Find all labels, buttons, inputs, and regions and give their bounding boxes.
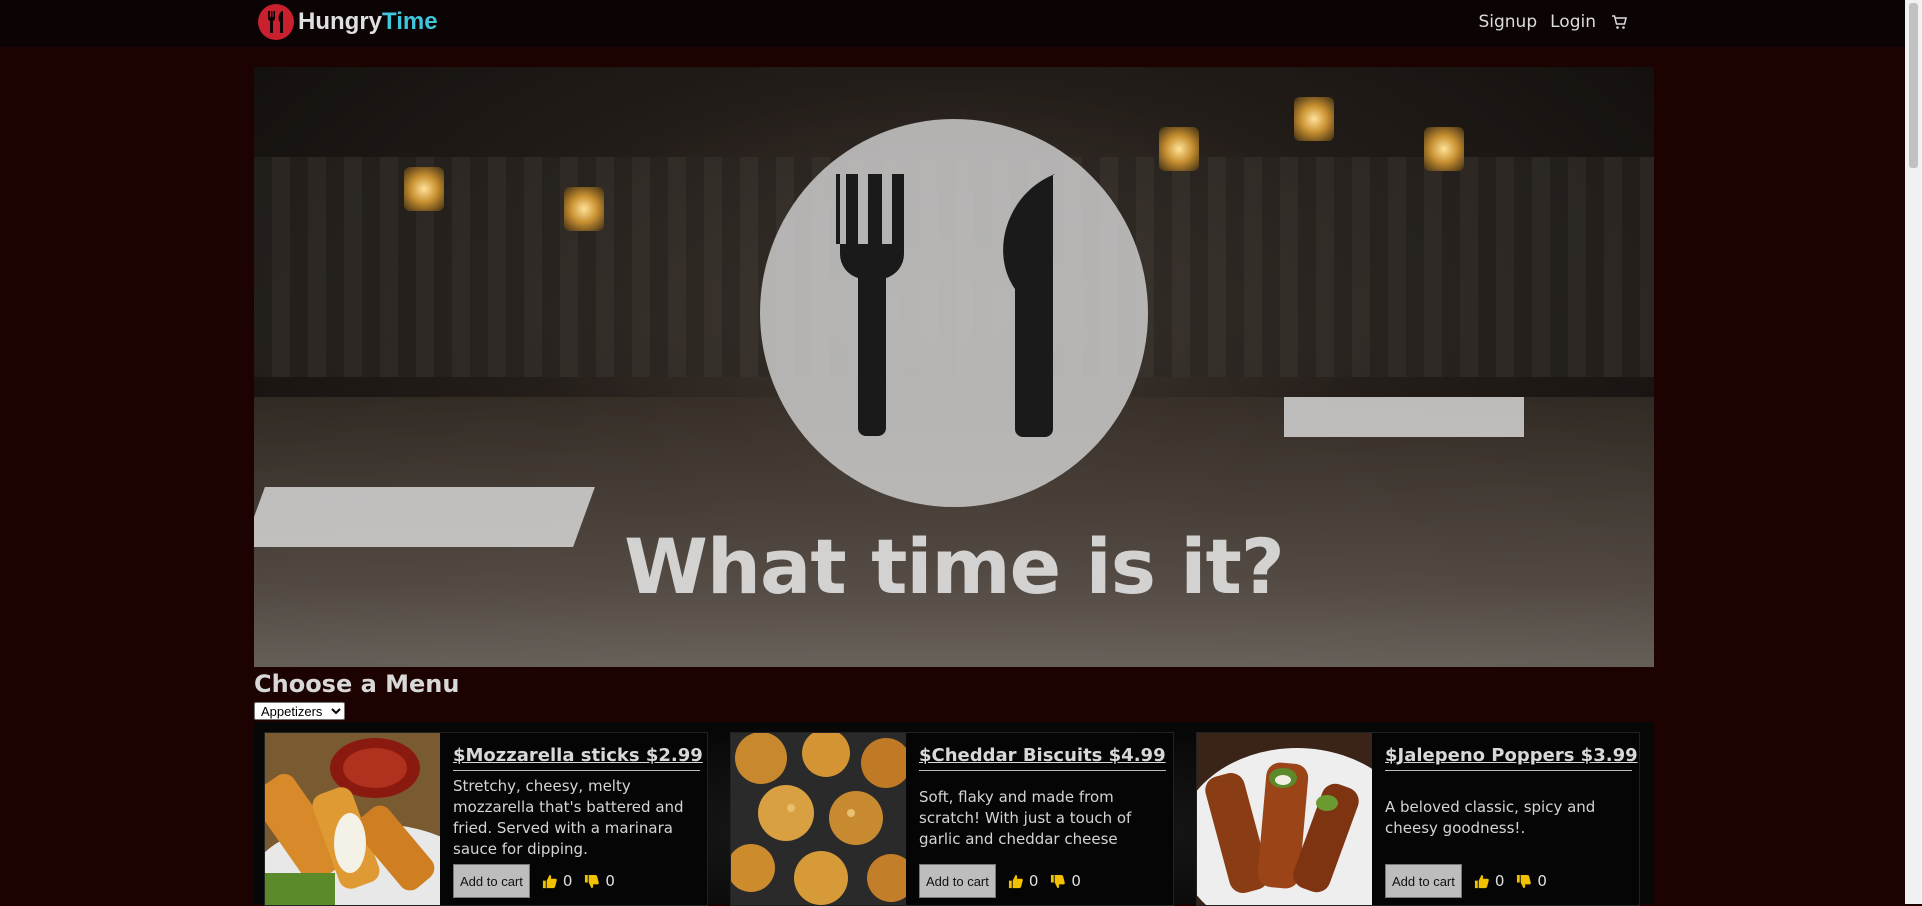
menu-items-area: $Mozzarella sticks $2.99 Stretchy, chees… xyxy=(254,722,1654,906)
menu-item-description-text: Soft, flaky and made from scratch! With … xyxy=(919,787,1132,848)
jalepeno-poppers-image xyxy=(1197,733,1372,905)
menu-item-description: A beloved classic, spicy and cheesy good… xyxy=(1385,785,1632,851)
hero-heading: What time is it? xyxy=(624,522,1285,611)
menu-category-select[interactable]: Appetizers xyxy=(254,702,345,720)
mozzarella-sticks-image xyxy=(265,733,440,905)
cheddar-biscuits-image xyxy=(731,733,906,905)
menu-item-description: Stretchy, cheesy, melty mozzarella that'… xyxy=(453,777,700,858)
page-scrollbar[interactable] xyxy=(1905,0,1922,904)
hero-banner: What time is it? xyxy=(254,67,1654,667)
menu-item-body: $Jalepeno Poppers $3.99 A beloved classi… xyxy=(1385,745,1638,851)
menu-item-card: $Jalepeno Poppers $3.99 A beloved classi… xyxy=(1196,732,1640,906)
table-decoration xyxy=(1284,397,1524,437)
menu-item-actions: Add to cart 0 0 xyxy=(1385,864,1547,898)
thumbs-up-icon xyxy=(542,874,557,888)
add-to-cart-button[interactable]: Add to cart xyxy=(453,864,530,898)
scrollbar-thumb[interactable] xyxy=(1909,3,1918,168)
add-to-cart-button[interactable]: Add to cart xyxy=(919,864,996,898)
menu-item-card: $Cheddar Biscuits $4.99 Soft, flaky and … xyxy=(730,732,1174,906)
brand-name-time: Time xyxy=(382,8,438,35)
fork-knife-icon xyxy=(760,119,1148,507)
menu-item-body: $Cheddar Biscuits $4.99 Soft, flaky and … xyxy=(919,745,1166,851)
menu-item-description-text: Stretchy, cheesy, melty mozzarella that'… xyxy=(453,777,684,858)
brand-name: HungryTime xyxy=(298,8,438,36)
menu-item-description: Soft, flaky and made from scratch! With … xyxy=(919,785,1166,851)
like-count: 0 xyxy=(1028,872,1039,890)
dislike-button[interactable]: 0 xyxy=(1516,872,1547,890)
shopping-cart-icon[interactable] xyxy=(1611,14,1627,30)
thumbs-down-icon xyxy=(1051,874,1066,888)
menu-item-title[interactable]: $Mozzarella sticks $2.99 xyxy=(453,745,703,771)
menu-item-card: $Mozzarella sticks $2.99 Stretchy, chees… xyxy=(264,732,708,906)
thumbs-down-icon xyxy=(585,874,600,888)
menu-item-actions: Add to cart 0 0 xyxy=(919,864,1081,898)
lamp-decoration xyxy=(1424,127,1464,171)
menu-item-body: $Mozzarella sticks $2.99 Stretchy, chees… xyxy=(453,745,703,858)
like-button[interactable]: 0 xyxy=(1008,872,1039,890)
nav-links: Signup Login xyxy=(1465,12,1627,32)
menu-item-description-text: A beloved classic, spicy and cheesy good… xyxy=(1385,798,1596,837)
menu-title: Choose a Menu xyxy=(254,670,460,698)
brand-name-hungry: Hungry xyxy=(298,8,382,35)
fork-knife-icon xyxy=(258,4,294,40)
thumbs-up-icon xyxy=(1474,874,1489,888)
dislike-button[interactable]: 0 xyxy=(1050,872,1081,890)
like-count: 0 xyxy=(562,872,573,890)
like-button[interactable]: 0 xyxy=(542,872,573,890)
menu-item-title[interactable]: $Jalepeno Poppers $3.99 xyxy=(1385,745,1638,771)
menu-item-title[interactable]: $Cheddar Biscuits $4.99 xyxy=(919,745,1166,771)
dislike-count: 0 xyxy=(605,872,615,890)
thumbs-down-icon xyxy=(1517,874,1532,888)
add-to-cart-button[interactable]: Add to cart xyxy=(1385,864,1462,898)
signup-link[interactable]: Signup xyxy=(1478,12,1537,32)
dislike-button[interactable]: 0 xyxy=(584,872,615,890)
dislike-count: 0 xyxy=(1071,872,1081,890)
dislike-count: 0 xyxy=(1537,872,1547,890)
lamp-decoration xyxy=(564,187,604,231)
like-count: 0 xyxy=(1494,872,1505,890)
lamp-decoration xyxy=(1294,97,1334,141)
menu-item-actions: Add to cart 0 0 xyxy=(453,864,615,898)
login-link[interactable]: Login xyxy=(1550,12,1596,32)
lamp-decoration xyxy=(1159,127,1199,171)
thumbs-up-icon xyxy=(1008,874,1023,888)
brand-logo-link[interactable]: HungryTime xyxy=(258,4,438,40)
navbar: HungryTime Signup Login xyxy=(0,0,1905,47)
like-button[interactable]: 0 xyxy=(1474,872,1505,890)
lamp-decoration xyxy=(404,167,444,211)
